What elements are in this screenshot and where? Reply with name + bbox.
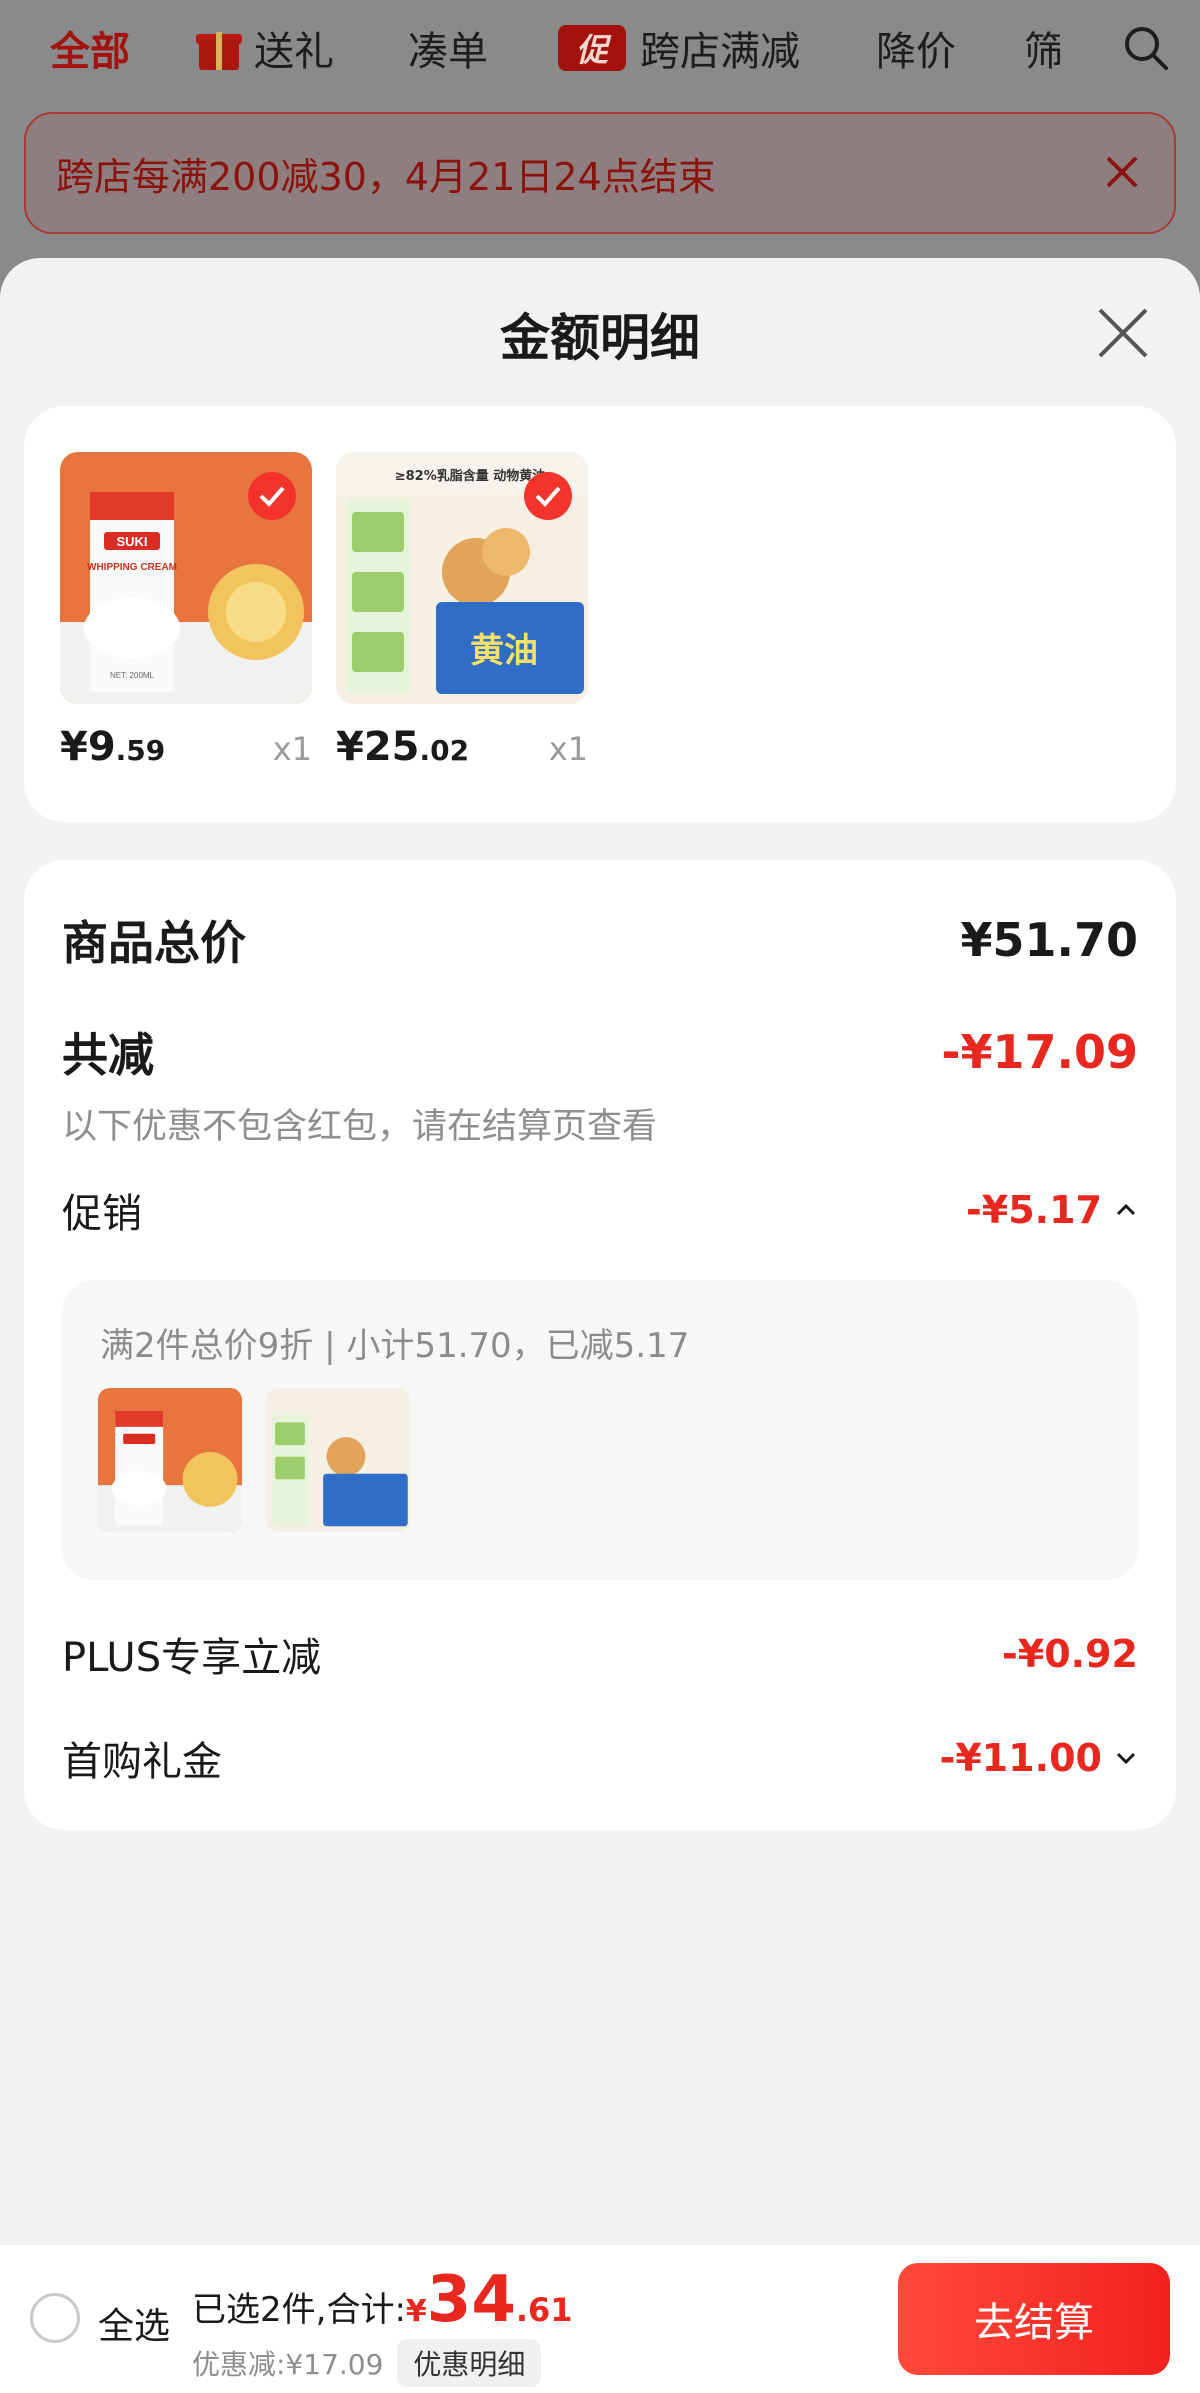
product-item[interactable]: SUKI WHIPPING CREAM NET: 200ML ¥9 .59 x1 xyxy=(60,452,312,770)
select-all-label[interactable]: 全选 xyxy=(98,2297,170,2349)
total-currency: ¥ xyxy=(405,2294,427,2329)
gift-icon xyxy=(196,26,242,70)
product-quantity: x1 xyxy=(548,730,588,768)
tab-cross-store-label: 跨店满减 xyxy=(640,29,800,75)
sum-line: 已选2件,合计: ¥ 34 .61 xyxy=(192,2263,573,2337)
tab-gift[interactable]: 送礼 xyxy=(196,18,334,78)
discount-detail-button[interactable]: 优惠明细 xyxy=(397,2339,542,2387)
tab-price-drop-label: 降价 xyxy=(876,29,956,75)
promo-value-wrap: -¥5.17 xyxy=(966,1188,1138,1232)
total-row: 商品总价 ¥51.70 xyxy=(62,908,1138,972)
product-price: ¥25 xyxy=(336,724,420,770)
amount-detail-sheet: 金额明细 SUKI WHIPPING CREAM NET: 200ML ¥9 .… xyxy=(0,258,1200,2393)
search-icon[interactable] xyxy=(1122,24,1170,72)
selected-count-label: 已选2件,合计: xyxy=(192,2290,406,2330)
gift-label: 首购礼金 xyxy=(62,1739,222,1785)
sheet-title: 金额明细 xyxy=(500,309,700,367)
product-price-row: ¥25 .02 x1 xyxy=(336,724,588,774)
select-all-radio[interactable] xyxy=(30,2293,80,2343)
tab-bar: 全部 送礼 凑单 促 跨店满减 降价 筛 xyxy=(0,0,1200,100)
sheet-close-icon[interactable] xyxy=(1096,306,1150,360)
promo-detail-box: 满2件总价9折 | 小计51.70，已减5.17 xyxy=(62,1280,1138,1580)
selected-check-icon[interactable] xyxy=(248,472,296,520)
product-thumbnail[interactable]: ≥82%乳脂含量 动物黄油 黄油 xyxy=(336,452,588,704)
tab-filter[interactable]: 筛 xyxy=(1024,18,1060,78)
banner-text: 跨店每满200减30，4月21日24点结束 xyxy=(56,154,716,199)
products-card: SUKI WHIPPING CREAM NET: 200ML ¥9 .59 x1 xyxy=(24,406,1176,822)
promo-row[interactable]: 促销 -¥5.17 xyxy=(62,1180,1138,1240)
total-amount: 34 xyxy=(426,2263,516,2337)
price-detail-card: 商品总价 ¥51.70 共减 -¥17.09 以下优惠不包含红包，请在结算页查看… xyxy=(24,860,1176,1830)
plus-row: PLUS专享立减 -¥0.92 xyxy=(62,1624,1138,1684)
promo-value: -¥5.17 xyxy=(966,1188,1102,1232)
tab-all-label: 全部 xyxy=(50,29,130,75)
product-price: ¥9 xyxy=(60,724,116,770)
chevron-up-icon[interactable] xyxy=(1114,1200,1138,1220)
discount-amount: 优惠减:¥17.09 xyxy=(192,2348,384,2381)
tab-cross-store[interactable]: 促 跨店满减 xyxy=(558,18,800,78)
gift-value: -¥11.00 xyxy=(939,1736,1102,1780)
promo-product-thumbnail[interactable] xyxy=(98,1388,242,1532)
close-icon[interactable] xyxy=(1102,152,1142,192)
product-quantity: x1 xyxy=(272,730,312,768)
product-item[interactable]: ≥82%乳脂含量 动物黄油 黄油 ¥25 .02 x1 xyxy=(336,452,588,770)
total-amount-decimal: .61 xyxy=(515,2291,573,2329)
thumb-text: NET: 200ML xyxy=(110,671,155,680)
promo-label: 促销 xyxy=(62,1191,142,1237)
product-price-row: ¥9 .59 x1 xyxy=(60,724,312,774)
checkout-bar: 全选 已选2件,合计: ¥ 34 .61 优惠减:¥17.09 优惠明细 去结算 xyxy=(0,2245,1200,2393)
thumb-text: ≥82%乳脂含量 动物黄油 xyxy=(395,468,546,484)
product-price-decimal: .02 xyxy=(419,734,470,767)
tab-price-drop[interactable]: 降价 xyxy=(876,18,956,78)
thumb-text: SUKI xyxy=(116,534,147,549)
reduce-label: 共减 xyxy=(62,1028,154,1082)
plus-value: -¥0.92 xyxy=(1002,1632,1138,1676)
product-price-decimal: .59 xyxy=(115,734,166,767)
promo-detail-text: 满2件总价9折 | 小计51.70，已减5.17 xyxy=(100,1326,690,1366)
tab-filter-label: 筛 xyxy=(1024,29,1060,75)
tab-bundle-label: 凑单 xyxy=(408,29,488,75)
product-thumbnail[interactable]: SUKI WHIPPING CREAM NET: 200ML xyxy=(60,452,312,704)
gift-row[interactable]: 首购礼金 -¥11.00 xyxy=(62,1728,1138,1788)
tab-gift-label: 送礼 xyxy=(254,29,334,75)
tab-bundle[interactable]: 凑单 xyxy=(408,18,488,78)
promo-product-thumbnail[interactable] xyxy=(266,1388,410,1532)
discount-note: 以下优惠不包含红包，请在结算页查看 xyxy=(62,1107,658,1147)
promo-badge-icon: 促 xyxy=(558,25,626,71)
discount-line: 优惠减:¥17.09 优惠明细 xyxy=(192,2339,542,2387)
selected-check-icon[interactable] xyxy=(524,472,572,520)
plus-label: PLUS专享立减 xyxy=(62,1635,322,1681)
promo-banner: 跨店每满200减30，4月21日24点结束 xyxy=(24,112,1176,234)
checkout-button[interactable]: 去结算 xyxy=(898,2263,1170,2375)
total-label: 商品总价 xyxy=(62,916,246,970)
chevron-down-icon[interactable] xyxy=(1114,1748,1138,1768)
reduce-value: -¥17.09 xyxy=(941,1025,1138,1079)
gift-value-wrap: -¥11.00 xyxy=(940,1736,1138,1780)
thumb-text: WHIPPING CREAM xyxy=(87,562,177,573)
thumb-text: 黄油 xyxy=(470,631,538,671)
total-value: ¥51.70 xyxy=(960,913,1138,967)
tab-all[interactable]: 全部 xyxy=(50,18,130,78)
reduce-row: 共减 -¥17.09 xyxy=(62,1020,1138,1084)
